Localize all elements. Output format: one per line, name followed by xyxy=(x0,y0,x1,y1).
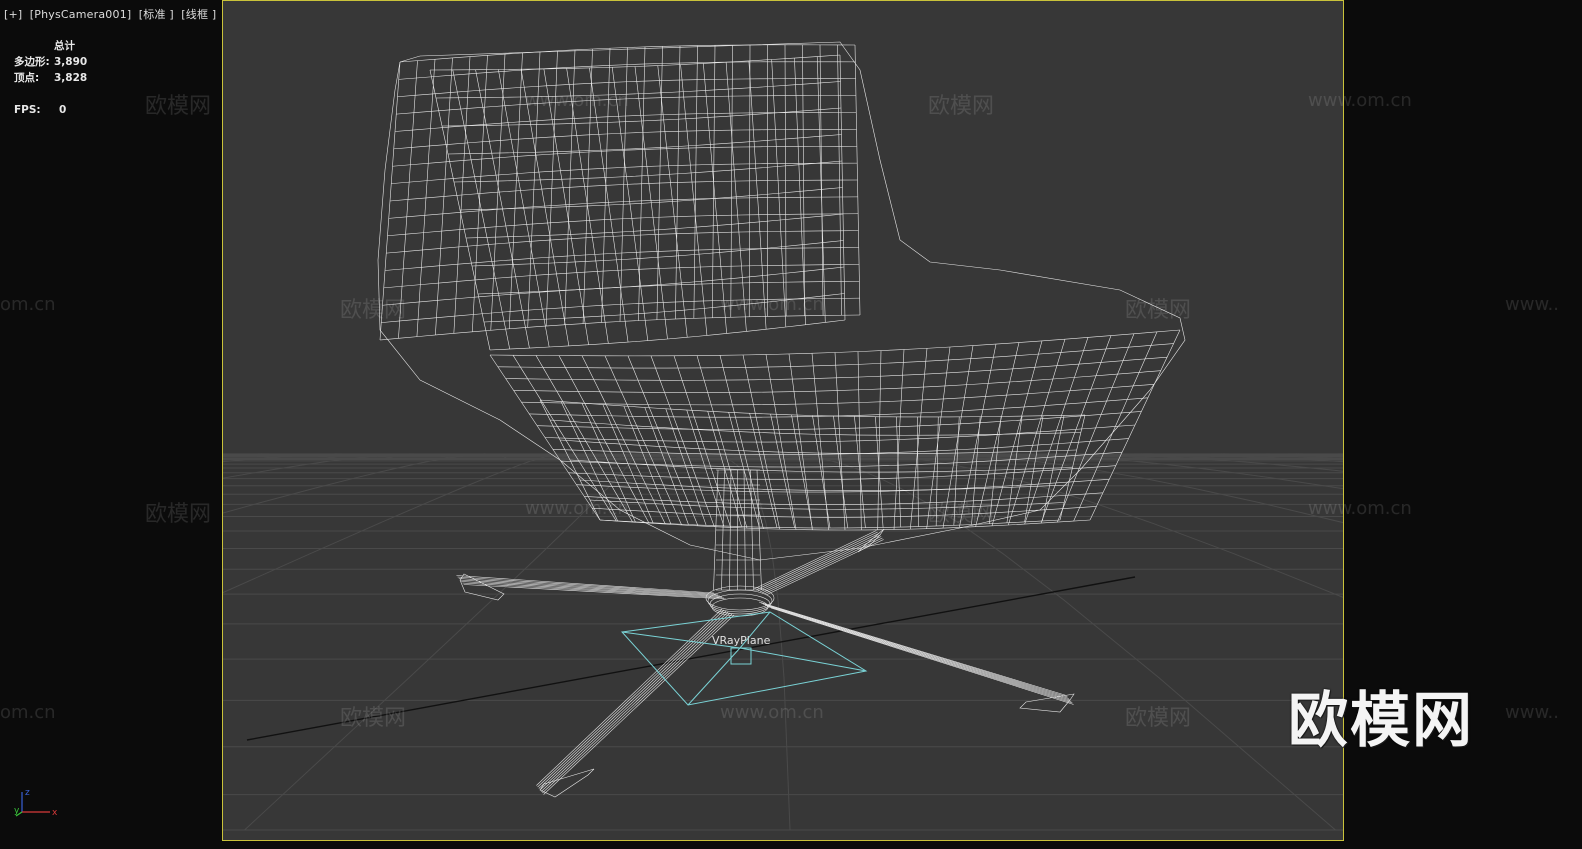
brand-logo: 欧模网 xyxy=(1288,686,1474,756)
axis-z-label: z xyxy=(25,788,30,798)
watermark-url: om.cn xyxy=(0,294,56,315)
watermark-brand: 欧模网 xyxy=(340,706,407,731)
watermark-brand: 欧模网 xyxy=(928,94,995,119)
polygons-label: 多边形: xyxy=(14,56,50,68)
watermark-brand: 欧模网 xyxy=(145,502,212,527)
watermark-brand: 欧模网 xyxy=(145,94,212,119)
axis-x-label: x xyxy=(52,808,58,818)
watermark-brand: 欧模网 xyxy=(1125,298,1192,323)
vray-plane-label[interactable]: VRayPlane xyxy=(712,634,770,647)
polygons-value: 3,890 xyxy=(54,56,88,68)
watermark-url: www.. xyxy=(1505,294,1559,315)
axis-tripod-icon: z x y xyxy=(14,788,58,818)
watermark-brand: 欧模网 xyxy=(928,502,995,527)
fps-label: FPS: xyxy=(14,104,41,116)
stats-header: 总计 xyxy=(54,40,75,52)
axis-y-label: y xyxy=(14,806,20,816)
watermark-url: www.om.cn xyxy=(1308,90,1412,111)
watermark-brand: 欧模网 xyxy=(1125,706,1192,731)
watermark-url: www.om.cn xyxy=(525,90,629,111)
watermark-url: www.. xyxy=(1505,702,1559,723)
watermark-url: www.om.cn xyxy=(525,498,629,519)
fps-value: 0 xyxy=(59,104,67,116)
viewport-label[interactable]: [+] [PhysCamera001] [标准 ] [线框 ] xyxy=(4,6,216,22)
watermark-url: www.om.cn xyxy=(720,702,824,723)
watermark-url: om.cn xyxy=(0,702,56,723)
watermark-url: www.om.cn xyxy=(720,294,824,315)
watermark-brand: 欧模网 xyxy=(340,298,407,323)
watermark-url: www.om.cn xyxy=(1308,498,1412,519)
vertices-label: 顶点: xyxy=(14,72,40,84)
vertices-value: 3,828 xyxy=(54,72,88,84)
